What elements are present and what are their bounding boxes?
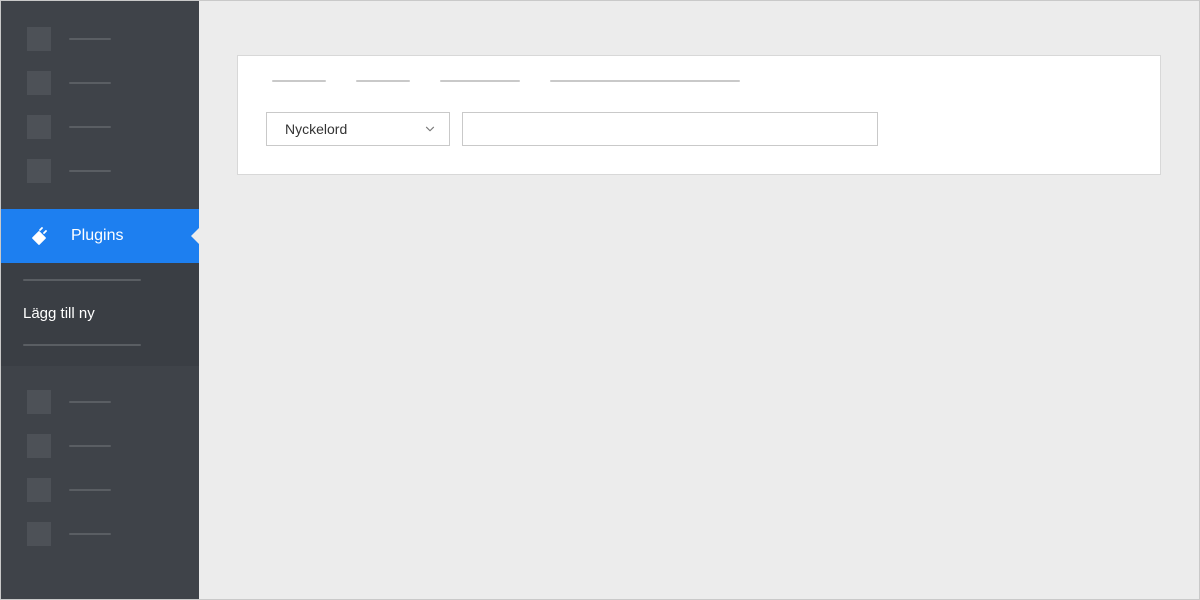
placeholder-icon — [27, 390, 51, 414]
chevron-down-icon — [423, 122, 437, 136]
placeholder-label — [69, 533, 111, 535]
sidebar-item-placeholder[interactable] — [1, 17, 199, 61]
main-content: Nyckelord — [199, 1, 1199, 599]
sidebar-item-placeholder[interactable] — [1, 424, 199, 468]
search-input[interactable] — [462, 112, 878, 146]
search-type-select[interactable]: Nyckelord — [266, 112, 450, 146]
sidebar-item-placeholder[interactable] — [1, 61, 199, 105]
placeholder-icon — [27, 522, 51, 546]
placeholder-label — [69, 38, 111, 40]
submenu-item-placeholder[interactable] — [23, 344, 141, 346]
tab-placeholder[interactable] — [356, 80, 410, 82]
sidebar-submenu: Lägg till ny — [1, 263, 199, 366]
submenu-item-add-new[interactable]: Lägg till ny — [23, 305, 177, 322]
sidebar-item-placeholder[interactable] — [1, 105, 199, 149]
sidebar-group-top — [1, 1, 199, 199]
search-type-select-value: Nyckelord — [285, 121, 347, 137]
sidebar: Plugins Lägg till ny — [1, 1, 199, 599]
placeholder-icon — [27, 71, 51, 95]
filter-controls: Nyckelord — [266, 112, 1132, 146]
sidebar-item-plugins[interactable]: Plugins — [1, 209, 199, 263]
placeholder-label — [69, 445, 111, 447]
placeholder-icon — [27, 27, 51, 51]
tab-placeholder[interactable] — [550, 80, 740, 82]
sidebar-item-plugins-label: Plugins — [71, 227, 123, 245]
filter-tabs — [266, 80, 1132, 82]
sidebar-item-placeholder[interactable] — [1, 149, 199, 193]
tab-placeholder[interactable] — [272, 80, 326, 82]
plug-icon — [27, 224, 51, 248]
placeholder-icon — [27, 159, 51, 183]
filter-card: Nyckelord — [237, 55, 1161, 175]
placeholder-icon — [27, 434, 51, 458]
placeholder-label — [69, 401, 111, 403]
placeholder-label — [69, 126, 111, 128]
sidebar-item-placeholder[interactable] — [1, 380, 199, 424]
placeholder-label — [69, 489, 111, 491]
placeholder-label — [69, 170, 111, 172]
sidebar-item-placeholder[interactable] — [1, 512, 199, 556]
submenu-item-placeholder[interactable] — [23, 279, 141, 281]
placeholder-label — [69, 82, 111, 84]
placeholder-icon — [27, 115, 51, 139]
tab-placeholder[interactable] — [440, 80, 520, 82]
sidebar-item-placeholder[interactable] — [1, 468, 199, 512]
sidebar-group-bottom — [1, 366, 199, 562]
placeholder-icon — [27, 478, 51, 502]
